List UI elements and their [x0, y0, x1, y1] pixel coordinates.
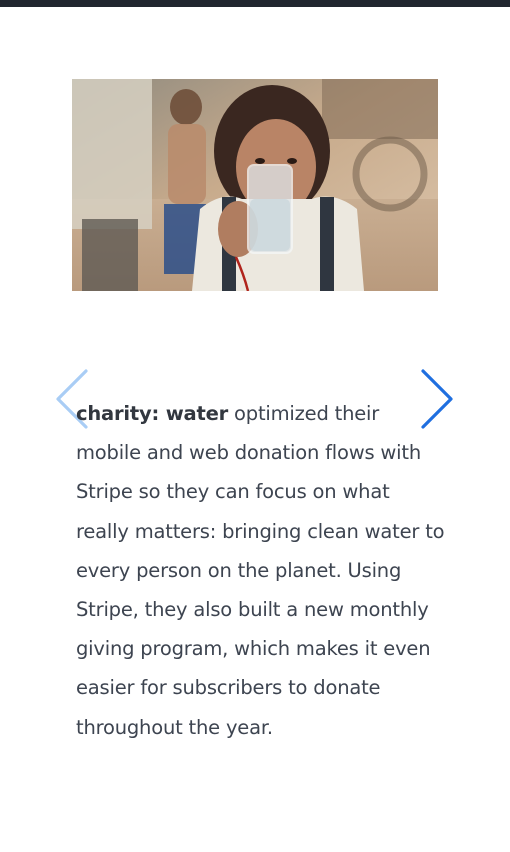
story-text: charity: water optimized their mobile an…: [76, 394, 448, 747]
top-bar: [0, 0, 510, 7]
brand-name: charity: water: [76, 402, 229, 425]
hero-photo: [72, 79, 438, 291]
story-body: optimized their mobile and web donation …: [76, 402, 445, 739]
